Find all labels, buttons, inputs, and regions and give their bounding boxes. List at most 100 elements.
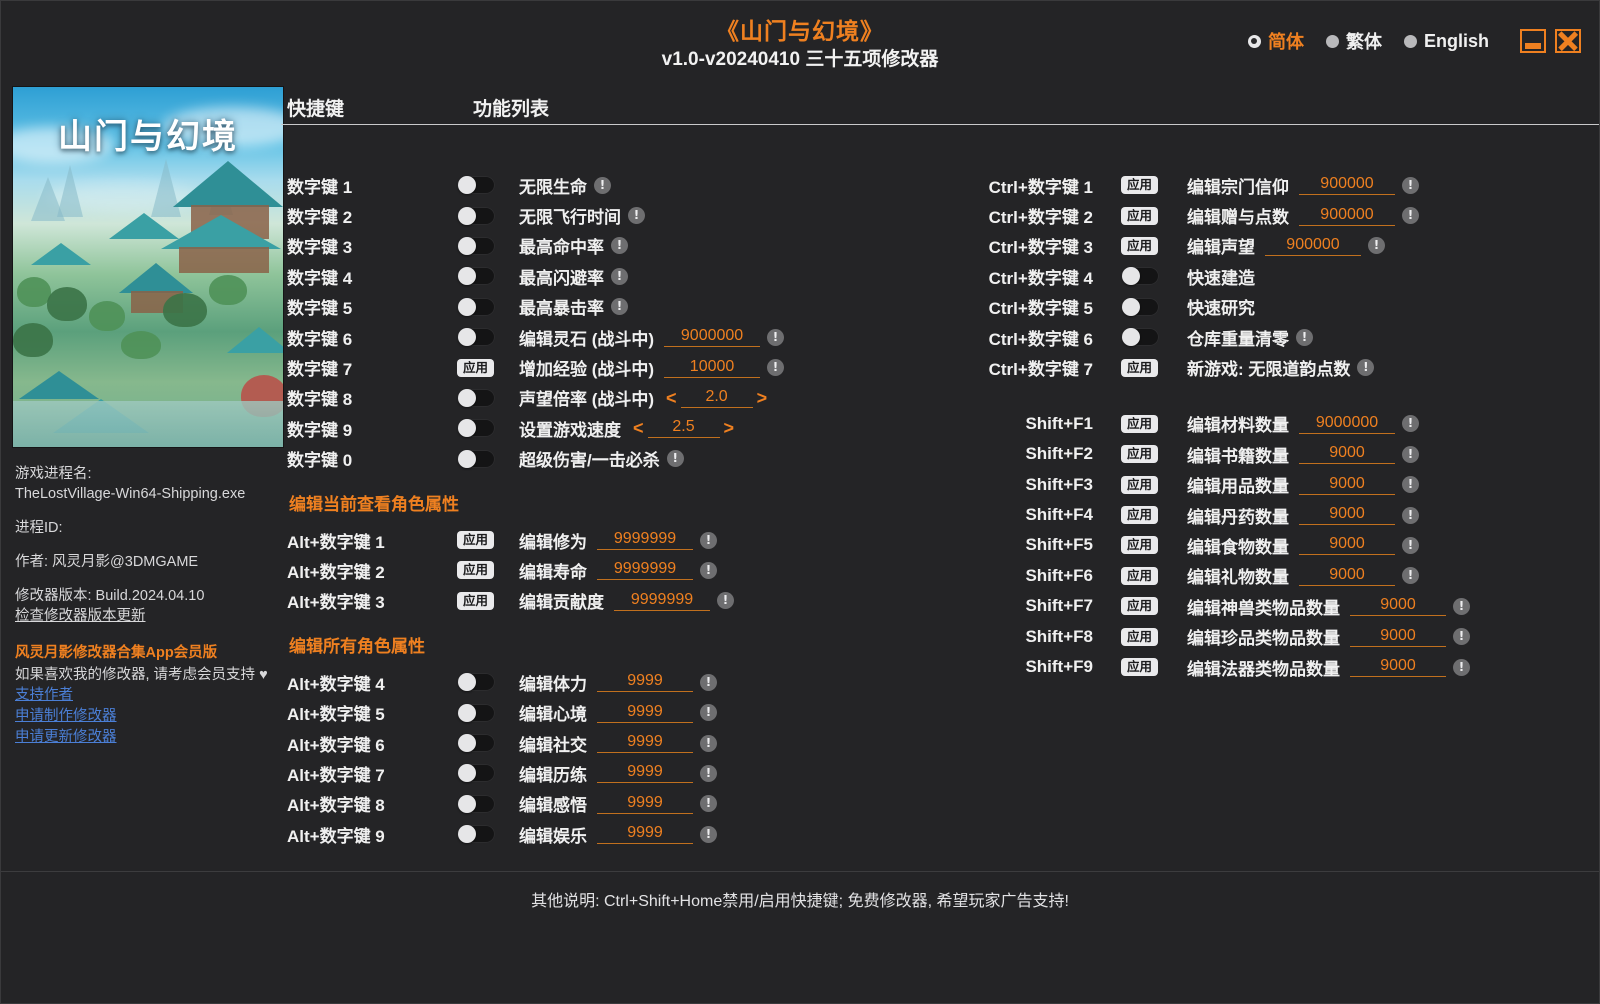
value-input[interactable]: 9999999 [597,560,693,580]
toggle-switch[interactable] [1121,298,1159,316]
stepper-decrement-icon[interactable]: < [629,419,648,437]
value-input[interactable]: 900000 [1265,236,1361,256]
apply-button[interactable]: 应用 [1121,176,1158,194]
warning-icon[interactable]: ! [700,704,717,721]
value-input[interactable]: 900000 [1299,206,1395,226]
value-input[interactable]: 9000 [1299,505,1395,525]
stepper-increment-icon[interactable]: > [720,419,739,437]
toggle-switch[interactable] [457,176,495,194]
value-input[interactable]: 9999999 [597,530,693,550]
toggle-switch[interactable] [457,237,495,255]
check-update-link[interactable]: 检查修改器版本更新 [15,606,146,627]
warning-icon[interactable]: ! [1453,598,1470,615]
toggle-switch[interactable] [457,328,495,346]
toggle-switch[interactable] [457,734,495,752]
warning-icon[interactable]: ! [1402,476,1419,493]
stepper-decrement-icon[interactable]: < [662,389,681,407]
warning-icon[interactable]: ! [700,795,717,812]
toggle-switch[interactable] [457,207,495,225]
support-author-link[interactable]: 支持作者 [15,685,73,706]
warning-icon[interactable]: ! [700,765,717,782]
apply-button[interactable]: 应用 [1121,207,1158,225]
language-option-english[interactable]: English [1404,31,1489,52]
warning-icon[interactable]: ! [700,532,717,549]
value-input[interactable]: 10000 [664,358,760,378]
toggle-switch[interactable] [457,419,495,437]
value-input[interactable]: 9999 [597,733,693,753]
warning-icon[interactable]: ! [611,298,628,315]
value-input[interactable]: 9999 [597,703,693,723]
warning-icon[interactable]: ! [700,674,717,691]
toggle-switch[interactable] [457,267,495,285]
value-input[interactable]: 9999 [597,824,693,844]
value-input[interactable]: 9000 [1299,475,1395,495]
toggle-switch[interactable] [457,389,495,407]
warning-icon[interactable]: ! [1368,237,1385,254]
warning-icon[interactable]: ! [1357,359,1374,376]
stepper-value-input[interactable]: 2.0 [681,388,753,408]
toggle-switch[interactable] [457,825,495,843]
warning-icon[interactable]: ! [1402,177,1419,194]
warning-icon[interactable]: ! [1402,537,1419,554]
value-input[interactable]: 9000000 [1299,414,1395,434]
warning-icon[interactable]: ! [700,735,717,752]
minimize-icon[interactable] [1520,29,1546,53]
toggle-switch[interactable] [1121,328,1159,346]
value-input[interactable]: 9000 [1350,596,1446,616]
apply-button[interactable]: 应用 [457,592,494,610]
warning-icon[interactable]: ! [700,562,717,579]
warning-icon[interactable]: ! [1453,628,1470,645]
warning-icon[interactable]: ! [611,237,628,254]
apply-button[interactable]: 应用 [457,561,494,579]
apply-button[interactable]: 应用 [1121,597,1158,615]
apply-button[interactable]: 应用 [1121,359,1158,377]
value-input[interactable]: 9999999 [614,591,710,611]
value-input[interactable]: 9000 [1350,627,1446,647]
warning-icon[interactable]: ! [1402,207,1419,224]
toggle-switch[interactable] [457,450,495,468]
warning-icon[interactable]: ! [594,177,611,194]
apply-button[interactable]: 应用 [1121,445,1158,463]
apply-button[interactable]: 应用 [457,359,494,377]
warning-icon[interactable]: ! [1402,415,1419,432]
value-input[interactable]: 9000000 [664,327,760,347]
warning-icon[interactable]: ! [1402,567,1419,584]
language-option-traditional[interactable]: 繁体 [1326,28,1382,54]
apply-button[interactable]: 应用 [1121,237,1158,255]
value-input[interactable]: 9999 [597,763,693,783]
language-option-simplified[interactable]: 简体 [1248,28,1304,54]
warning-icon[interactable]: ! [717,592,734,609]
value-input[interactable]: 900000 [1299,175,1395,195]
value-input[interactable]: 9000 [1299,566,1395,586]
warning-icon[interactable]: ! [628,207,645,224]
apply-button[interactable]: 应用 [1121,567,1158,585]
value-input[interactable]: 9999 [597,794,693,814]
warning-icon[interactable]: ! [611,268,628,285]
warning-icon[interactable]: ! [767,359,784,376]
warning-icon[interactable]: ! [1402,446,1419,463]
radio-icon-traditional[interactable] [1326,35,1339,48]
warning-icon[interactable]: ! [700,826,717,843]
stepper-increment-icon[interactable]: > [753,389,772,407]
value-input[interactable]: 9000 [1299,535,1395,555]
close-icon[interactable] [1555,29,1581,53]
value-input[interactable]: 9999 [597,672,693,692]
apply-button[interactable]: 应用 [1121,506,1158,524]
warning-icon[interactable]: ! [1453,659,1470,676]
radio-icon-english[interactable] [1404,35,1417,48]
request-trainer-link[interactable]: 申请制作修改器 [15,706,117,727]
apply-button[interactable]: 应用 [457,531,494,549]
radio-icon-simplified[interactable] [1248,35,1261,48]
warning-icon[interactable]: ! [667,450,684,467]
stepper-value-input[interactable]: 2.5 [648,418,720,438]
toggle-switch[interactable] [457,764,495,782]
toggle-switch[interactable] [457,795,495,813]
apply-button[interactable]: 应用 [1121,415,1158,433]
apply-button[interactable]: 应用 [1121,476,1158,494]
toggle-switch[interactable] [457,704,495,722]
apply-button[interactable]: 应用 [1121,628,1158,646]
value-input[interactable]: 9000 [1299,444,1395,464]
request-update-link[interactable]: 申请更新修改器 [15,727,117,748]
warning-icon[interactable]: ! [1296,329,1313,346]
apply-button[interactable]: 应用 [1121,536,1158,554]
